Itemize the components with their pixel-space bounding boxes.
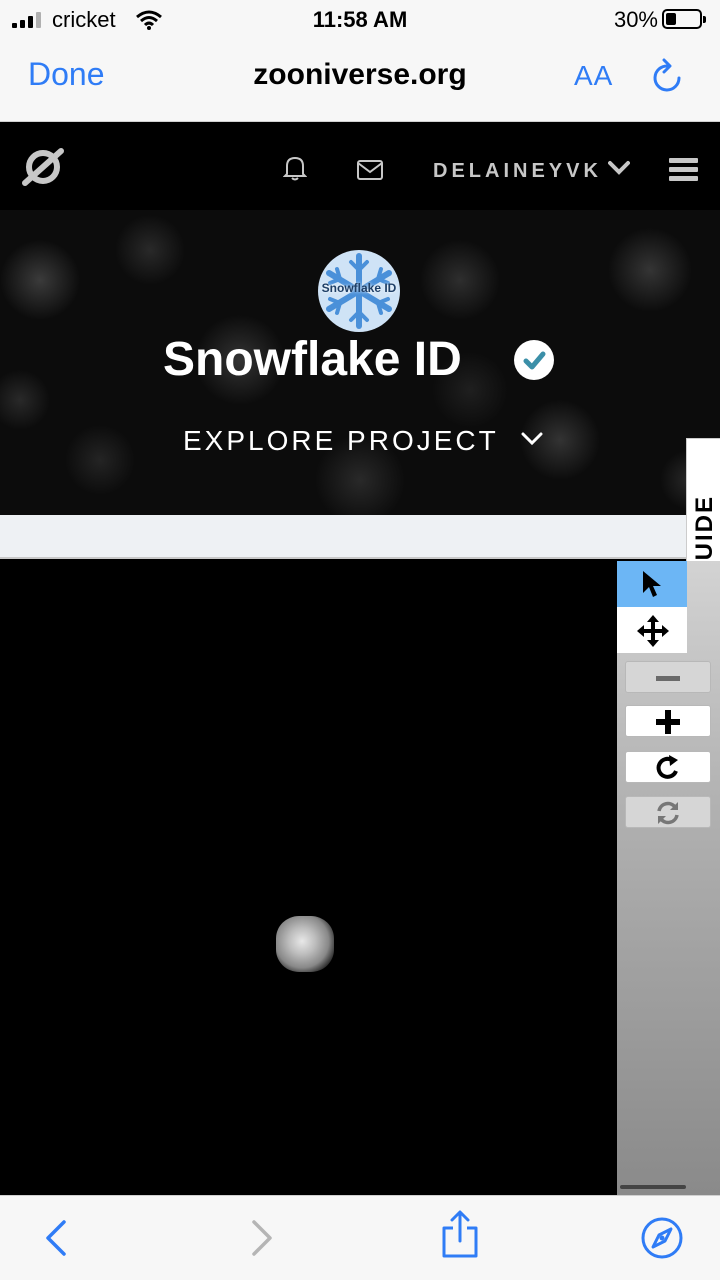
compass-icon[interactable] [640, 1216, 684, 1260]
text-size-button[interactable]: AA [574, 60, 613, 92]
reload-icon[interactable] [650, 58, 686, 96]
project-hero: Snowflake ID Snowflake ID EXPLORE PROJEC… [0, 210, 720, 515]
plus-icon [656, 710, 680, 734]
move-icon [637, 615, 669, 647]
zoom-in-button[interactable] [625, 705, 711, 737]
rotate-icon [656, 755, 678, 779]
bell-icon[interactable] [283, 155, 307, 181]
zoom-out-button[interactable] [625, 661, 711, 693]
subject-image-viewer[interactable] [0, 561, 617, 1195]
minus-icon [656, 676, 680, 681]
back-arrow-icon[interactable] [42, 1218, 70, 1258]
verified-badge [514, 340, 554, 380]
project-title[interactable]: Snowflake ID [163, 332, 462, 387]
pointer-icon [643, 571, 661, 597]
chevron-down-icon[interactable] [608, 160, 630, 176]
explore-project-label: EXPLORE PROJECT [183, 425, 499, 456]
reset-view-button[interactable] [625, 796, 711, 828]
reset-icon [657, 801, 679, 825]
safari-bottom-toolbar [0, 1195, 720, 1280]
project-avatar[interactable]: Snowflake ID [318, 250, 400, 332]
rotate-button[interactable] [625, 751, 711, 783]
avatar-caption: Snowflake ID [321, 281, 397, 295]
task-area-strip [0, 515, 686, 559]
checkmark-icon [523, 351, 546, 370]
share-icon[interactable] [440, 1210, 480, 1260]
mail-icon[interactable] [357, 160, 383, 180]
battery-icon [662, 9, 706, 29]
zooniverse-logo-icon[interactable] [22, 146, 64, 188]
forward-arrow-icon[interactable] [248, 1218, 276, 1258]
zooniverse-header: DELAINEYVK [0, 122, 720, 210]
username-menu[interactable]: DELAINEYVK [433, 160, 602, 183]
hamburger-menu-icon[interactable] [669, 158, 698, 182]
explore-project-menu[interactable]: EXPLORE PROJECT [183, 425, 543, 459]
snowflake-subject-image [276, 916, 334, 972]
clock: 11:58 AM [312, 7, 408, 32]
image-toolbar [617, 561, 720, 1195]
chevron-down-icon [521, 432, 543, 446]
ios-status-bar: cricket 11:58 AM 30% [0, 0, 720, 42]
move-tool-button[interactable] [617, 607, 687, 653]
text-size-label: AA [574, 60, 614, 91]
scrollbar[interactable] [620, 1185, 686, 1189]
safari-address-bar: Done zooniverse.org AA [0, 42, 720, 122]
battery-percentage: 30% [613, 7, 658, 32]
annotate-tool-button[interactable] [617, 561, 687, 607]
